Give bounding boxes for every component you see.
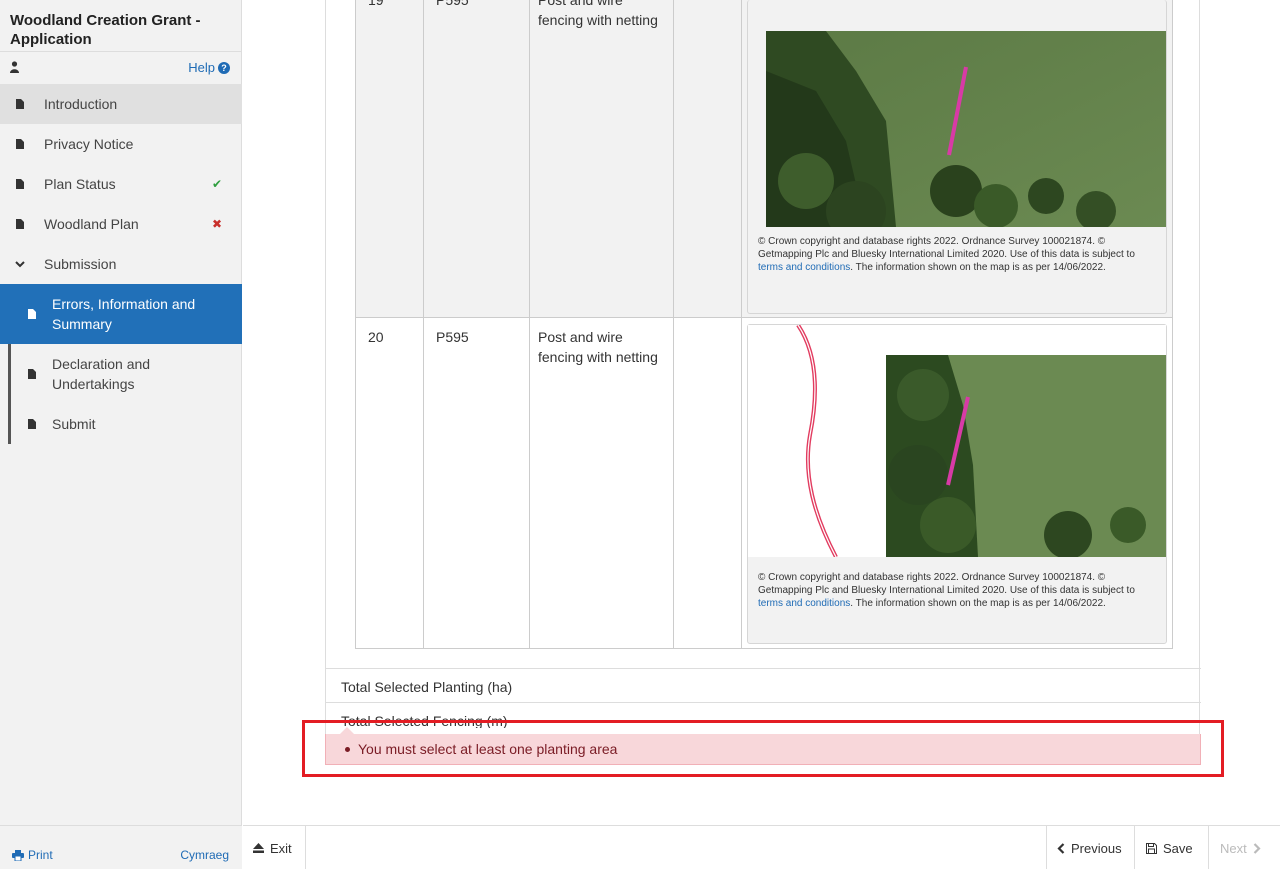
sidebar-item-label: Plan Status — [44, 176, 116, 192]
sidebar-item-introduction[interactable]: Introduction — [0, 84, 242, 124]
row-number: 19 — [368, 0, 384, 8]
previous-button[interactable]: Previous — [1046, 826, 1135, 869]
column-divider — [673, 0, 674, 649]
save-button[interactable]: Save — [1136, 826, 1209, 869]
map-icon — [766, 31, 1166, 227]
app-title: Woodland Creation Grant - Application — [10, 12, 201, 48]
total-planting-row: Total Selected Planting (ha) — [325, 668, 1201, 702]
map-icon — [796, 325, 1166, 557]
aerial-map-image — [766, 31, 1166, 227]
sidebar-item-declaration-undertakings[interactable]: Declaration and Undertakings — [0, 344, 242, 404]
row-description: Post and wire fencing with netting — [538, 329, 658, 365]
row-description: Post and wire fencing with netting — [538, 0, 658, 28]
sidebar-item-errors-information-summary[interactable]: Errors, Information and Summary — [0, 284, 242, 344]
sidebar-item-label: Privacy Notice — [44, 136, 134, 152]
sidebar: Woodland Creation Grant - Application He… — [0, 0, 242, 869]
printer-icon — [12, 849, 24, 861]
bottom-toolbar: Exit Previous Save Next — [243, 825, 1280, 869]
eject-icon — [253, 843, 264, 853]
exit-label: Exit — [270, 840, 292, 856]
user-row: Help ? — [0, 52, 242, 84]
next-button[interactable]: Next — [1210, 826, 1280, 869]
document-icon — [16, 179, 24, 189]
row-code: P595 — [436, 0, 469, 8]
check-icon: ✔ — [211, 177, 222, 191]
map-copyright: © Crown copyright and database rights 20… — [758, 236, 1135, 273]
document-icon — [16, 139, 24, 149]
sidebar-item-submit[interactable]: Submit — [0, 404, 242, 444]
exit-button[interactable]: Exit — [243, 826, 306, 869]
sidebar-item-plan-status[interactable]: Plan Status ✔ — [0, 164, 242, 204]
document-icon — [28, 419, 36, 429]
map-card: © Crown copyright and database rights 20… — [747, 324, 1167, 644]
row-code: P595 — [436, 329, 469, 345]
print-label: Print — [28, 848, 53, 862]
help-question-icon: ? — [218, 61, 230, 74]
document-icon — [16, 99, 24, 109]
sidebar-item-woodland-plan[interactable]: Woodland Plan ✖ — [0, 204, 242, 244]
next-label: Next — [1220, 840, 1247, 856]
document-icon — [16, 219, 24, 229]
sidebar-footer: Print Cymraeg — [0, 825, 242, 869]
column-divider — [423, 0, 424, 649]
sidebar-item-label: Declaration and Undertakings — [52, 356, 151, 392]
sidebar-item-label: Errors, Information and Summary — [52, 296, 196, 332]
floppy-disk-icon — [1146, 842, 1157, 854]
document-icon — [28, 369, 36, 379]
chevron-left-icon — [1057, 842, 1065, 854]
help-label: Help — [188, 60, 215, 75]
sidebar-item-label: Submit — [52, 416, 96, 432]
document-icon — [28, 309, 36, 319]
help-link[interactable]: Help ? — [188, 60, 230, 75]
sidebar-item-label: Introduction — [44, 96, 118, 112]
language-toggle-link[interactable]: Cymraeg — [180, 848, 229, 862]
terms-link[interactable]: terms and conditions — [758, 598, 850, 609]
column-divider — [741, 0, 742, 649]
chevron-right-icon — [1253, 842, 1261, 854]
sidebar-item-submission[interactable]: Submission — [0, 244, 242, 284]
total-planting-label: Total Selected Planting (ha) — [341, 679, 513, 695]
column-divider — [529, 0, 530, 649]
sidebar-item-label: Submission — [44, 256, 117, 272]
chevron-down-icon — [15, 260, 25, 267]
sidebar-item-privacy-notice[interactable]: Privacy Notice — [0, 124, 242, 164]
map-copyright: © Crown copyright and database rights 20… — [758, 572, 1135, 609]
row-number: 20 — [368, 329, 384, 345]
print-link[interactable]: Print — [12, 848, 53, 862]
user-icon[interactable] — [10, 61, 19, 73]
error-highlight-box — [302, 720, 1224, 777]
sidebar-item-label: Woodland Plan — [44, 216, 139, 232]
terms-link[interactable]: terms and conditions — [758, 262, 850, 273]
previous-label: Previous — [1071, 840, 1122, 856]
cross-icon: ✖ — [211, 217, 222, 231]
map-card: © Crown copyright and database rights 20… — [747, 0, 1167, 314]
save-label: Save — [1163, 840, 1193, 856]
aerial-map-image — [748, 325, 1166, 557]
